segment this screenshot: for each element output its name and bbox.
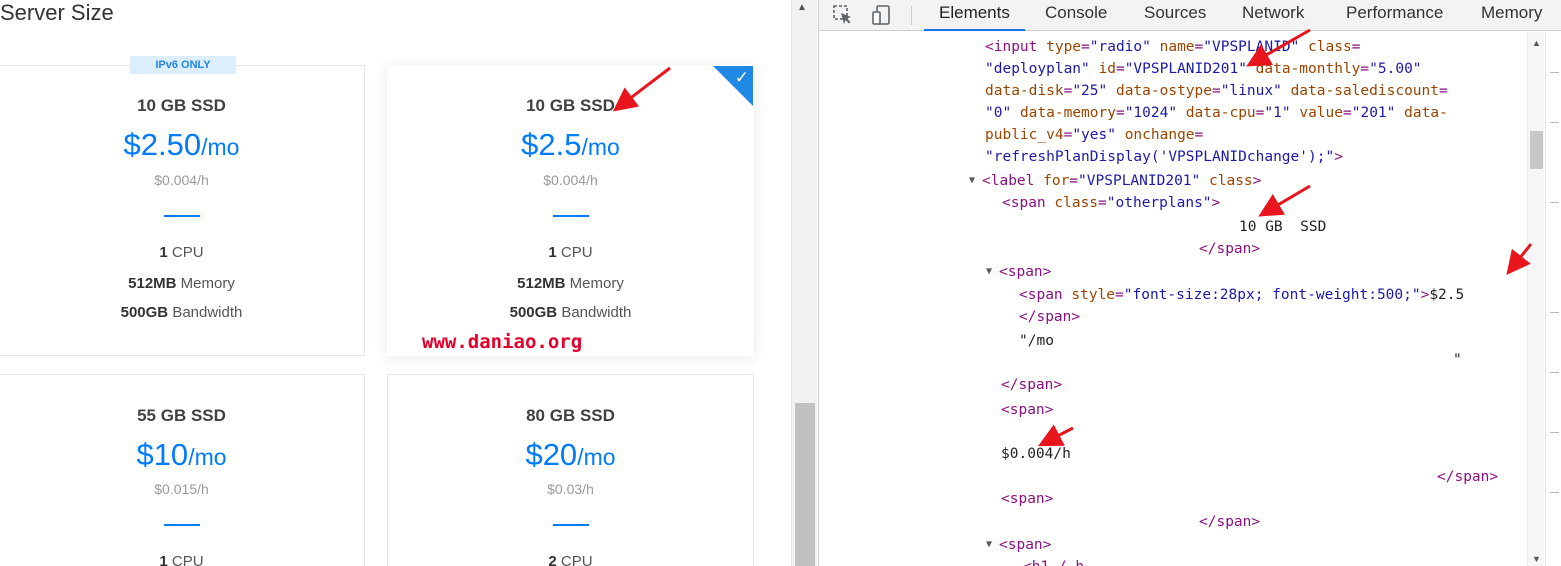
- dom-line-span-close[interactable]: </span>: [1001, 374, 1062, 396]
- divider: [163, 524, 200, 526]
- dom-line-span-open[interactable]: <span>: [1001, 488, 1053, 510]
- expand-triangle-icon[interactable]: ▼: [986, 261, 992, 283]
- devtools-panel: Elements Console Sources Network Perform…: [818, 0, 1561, 566]
- tab-network[interactable]: Network: [1242, 0, 1304, 31]
- plan-size: 10 GB SSD: [526, 96, 615, 115]
- plan-price: $10/mo: [136, 437, 227, 472]
- scrollbar-thumb[interactable]: [795, 403, 815, 566]
- plan-cpu: 1 CPU: [159, 244, 204, 261]
- plan-price: $2.50/mo: [123, 127, 240, 162]
- plan-price: $20/mo: [525, 437, 616, 472]
- plan-memory: 512MB Memory: [128, 275, 235, 292]
- plan-card-1[interactable]: 10 GB SSD $2.50/mo $0.004/h 1 CPU 512MB …: [0, 65, 365, 356]
- dom-line-span-open[interactable]: <span>: [999, 261, 1051, 283]
- tab-memory[interactable]: Memory: [1481, 0, 1542, 31]
- dom-line-input-5[interactable]: public_v4="yes" onchange=: [985, 124, 1203, 146]
- plan-page: Server Size 10 GB SSD $2.50/mo $0.004/h …: [0, 0, 790, 566]
- dom-text-quote[interactable]: ": [1453, 349, 1462, 371]
- tab-sources[interactable]: Sources: [1144, 0, 1206, 31]
- plan-hourly: $0.015/h: [154, 481, 209, 497]
- dom-line-span-close[interactable]: </span>: [1019, 306, 1080, 328]
- dom-line-span-close[interactable]: </span>: [1437, 466, 1498, 488]
- plan-bandwidth: 500GB Bandwidth: [509, 304, 632, 321]
- divider: [552, 524, 589, 526]
- expand-triangle-icon[interactable]: ▼: [969, 170, 975, 192]
- dom-line-span-otherplans[interactable]: <span class="otherplans">: [1002, 192, 1220, 214]
- expand-triangle-icon[interactable]: ▼: [986, 534, 992, 556]
- plan-price: $2.5/mo: [521, 127, 620, 162]
- checkmark-icon: ✓: [734, 68, 749, 87]
- styles-pane-edge: [1545, 32, 1561, 566]
- plan-card-4[interactable]: 80 GB SSD $20/mo $0.03/h 2 CPU: [387, 374, 754, 566]
- dom-line-span-style[interactable]: <span style="font-size:28px; font-weight…: [1019, 284, 1464, 306]
- plan-bandwidth: 500GB Bandwidth: [120, 304, 243, 321]
- dom-tree-scrollbar[interactable]: ▲ ▼: [1527, 32, 1544, 566]
- dom-line-label[interactable]: <label for="VPSPLANID201" class>: [982, 170, 1261, 192]
- dom-line-h1-partial[interactable]: <h1 / h: [1023, 556, 1084, 566]
- page-scrollbar[interactable]: ▲: [791, 0, 817, 566]
- scrollbar-thumb[interactable]: [1530, 131, 1543, 169]
- dom-line-input-1[interactable]: <input type="radio" name="VPSPLANID" cla…: [985, 36, 1360, 58]
- plan-cpu: 2 CPU: [548, 553, 593, 566]
- plan-size: 10 GB SSD: [137, 96, 226, 115]
- watermark-text: www.daniao.org: [422, 331, 583, 353]
- tab-elements[interactable]: Elements: [924, 0, 1025, 31]
- scroll-up-icon[interactable]: ▲: [797, 2, 807, 13]
- inspect-element-icon[interactable]: [832, 4, 854, 26]
- tab-console[interactable]: Console: [1045, 0, 1107, 31]
- device-toolbar-icon[interactable]: [871, 4, 893, 26]
- divider: [552, 215, 589, 217]
- dom-line-input-6[interactable]: "refreshPlanDisplay('VPSPLANIDchange');"…: [985, 146, 1343, 168]
- divider: [163, 215, 200, 217]
- plan-hourly: $0.004/h: [154, 172, 209, 188]
- plan-card-2-selected[interactable]: ✓ 10 GB SSD $2.5/mo $0.004/h 1 CPU 512MB…: [387, 65, 754, 356]
- toolbar-separator: [911, 6, 912, 25]
- dom-line-input-2[interactable]: "deployplan" id="VPSPLANID201" data-mont…: [985, 58, 1422, 80]
- plan-size: 55 GB SSD: [137, 406, 226, 425]
- dom-line-span-open[interactable]: <span>: [1001, 399, 1053, 421]
- plan-memory: 512MB Memory: [517, 275, 624, 292]
- dom-line-span-open[interactable]: <span>: [999, 534, 1051, 556]
- plan-size: 80 GB SSD: [526, 406, 615, 425]
- plan-cpu: 1 CPU: [159, 553, 204, 566]
- dom-tree[interactable]: <input type="radio" name="VPSPLANID" cla…: [819, 32, 1527, 566]
- plan-card-3[interactable]: 55 GB SSD $10/mo $0.015/h 1 CPU: [0, 374, 365, 566]
- dom-text-per-month[interactable]: "/mo: [1019, 330, 1054, 352]
- page-title: Server Size: [0, 0, 114, 25]
- dom-line-input-3[interactable]: data-disk="25" data-ostype="linux" data-…: [985, 80, 1448, 102]
- dom-text-size[interactable]: 10 GB SSD: [1239, 216, 1326, 238]
- plan-cpu: 1 CPU: [548, 244, 593, 261]
- dom-line-span-close[interactable]: </span>: [1199, 238, 1260, 260]
- devtools-toolbar: Elements Console Sources Network Perform…: [819, 0, 1561, 31]
- tab-performance[interactable]: Performance: [1346, 0, 1443, 31]
- scroll-down-icon[interactable]: ▼: [1532, 554, 1541, 564]
- plan-hourly: $0.03/h: [547, 481, 594, 497]
- ipv6-only-badge: IPv6 ONLY: [130, 56, 236, 74]
- dom-line-input-4[interactable]: "0" data-memory="1024" data-cpu="1" valu…: [985, 102, 1448, 124]
- dom-text-hourly[interactable]: $0.004/h: [1001, 443, 1071, 465]
- dom-line-span-close[interactable]: </span>: [1199, 511, 1260, 533]
- plan-hourly: $0.004/h: [543, 172, 598, 188]
- scroll-up-icon[interactable]: ▲: [1532, 38, 1541, 48]
